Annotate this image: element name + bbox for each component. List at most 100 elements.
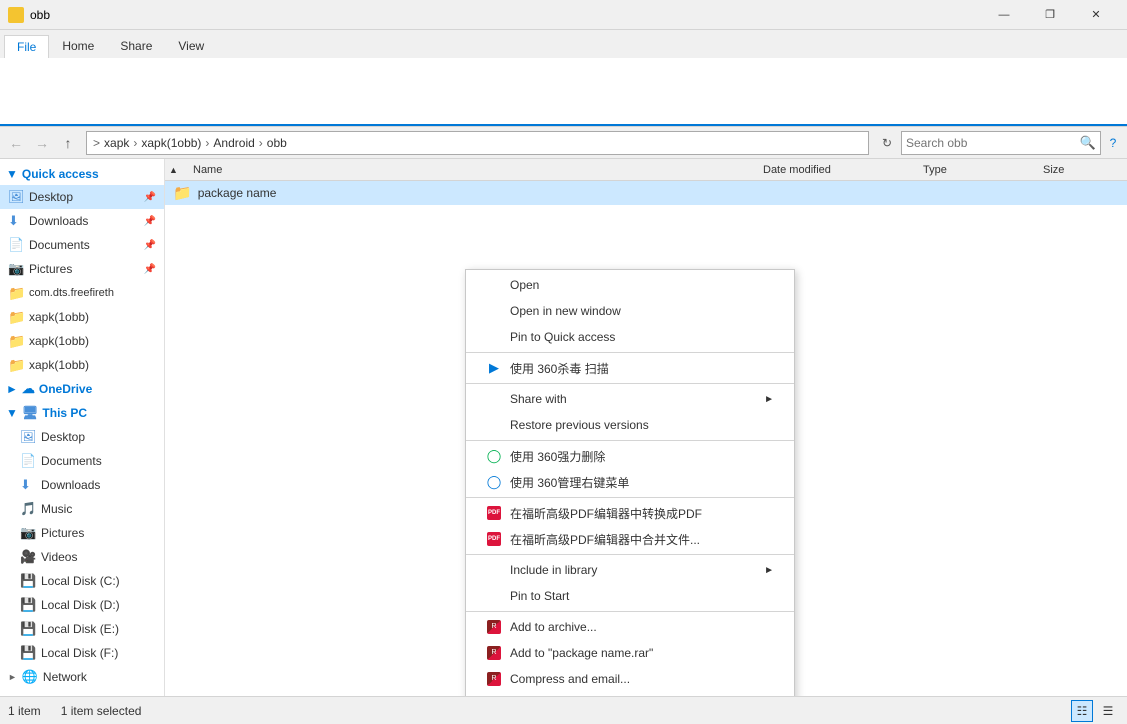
ctx-360-delete[interactable]: ◯ 使用 360强力删除 — [466, 443, 794, 469]
column-date[interactable]: Date modified — [763, 164, 923, 176]
ctx-open-icon — [486, 277, 502, 293]
ctx-share-icon — [486, 391, 502, 407]
sidebar-item-freefireth[interactable]: 📁 com.dts.freefireth — [0, 281, 164, 305]
sidebar-item-label-downloads: Downloads — [29, 214, 88, 228]
refresh-button[interactable]: ↻ — [875, 131, 899, 155]
ctx-360-manage-label: 使用 360管理右键菜单 — [510, 474, 629, 491]
disk-icon-e: 💾 — [20, 621, 36, 637]
sidebar-section-quick-access[interactable]: ▼ Quick access — [0, 163, 164, 185]
column-type[interactable]: Type — [923, 164, 1043, 176]
sidebar-item-desktop[interactable]: 🖼 Desktop 📌 — [0, 185, 164, 209]
sidebar-item-label-network: Network — [43, 670, 87, 684]
search-input[interactable] — [906, 136, 1080, 150]
search-bar[interactable]: 🔍 — [901, 131, 1101, 155]
ctx-restore-label: Restore previous versions — [510, 418, 649, 432]
pin-icon-documents: 📌 — [144, 240, 156, 251]
header-spacer: ▲ — [169, 164, 189, 176]
sidebar-item-local-d[interactable]: 💾 Local Disk (D:) — [0, 593, 164, 617]
ctx-pin-quick[interactable]: Pin to Quick access — [466, 324, 794, 350]
sidebar-item-desktop-pc[interactable]: 🖼 Desktop — [0, 425, 164, 449]
sidebar-item-label-xapk2: xapk(1obb) — [29, 334, 89, 348]
file-list-header: ▲ Name Date modified Type Size — [165, 159, 1127, 181]
sidebar-item-xapk1[interactable]: 📁 xapk(1obb) — [0, 305, 164, 329]
up-button[interactable]: ↑ — [56, 131, 80, 155]
ctx-add-rar[interactable]: R Add to "package name.rar" — [466, 640, 794, 666]
ctx-open[interactable]: Open — [466, 272, 794, 298]
sidebar-item-xapk2[interactable]: 📁 xapk(1obb) — [0, 329, 164, 353]
disk-icon-f: 💾 — [20, 645, 36, 661]
tab-share[interactable]: Share — [107, 34, 165, 58]
address-part-2[interactable]: Android — [211, 136, 256, 150]
tab-view[interactable]: View — [165, 34, 217, 58]
ctx-pdf-merge[interactable]: PDF 在福昕高级PDF编辑器中合并文件... — [466, 526, 794, 552]
status-bar: 1 item 1 item selected ☷ ☰ — [0, 696, 1127, 724]
address-part-0[interactable]: xapk — [102, 136, 131, 150]
sidebar-item-videos[interactable]: 🎥 Videos — [0, 545, 164, 569]
sidebar-item-documents[interactable]: 📄 Documents 📌 — [0, 233, 164, 257]
sidebar-item-music[interactable]: 🎵 Music — [0, 497, 164, 521]
file-item-name: package name — [198, 186, 741, 200]
sidebar-item-local-c[interactable]: 💾 Local Disk (C:) — [0, 569, 164, 593]
sidebar-section-label-onedrive: OneDrive — [39, 382, 92, 396]
ctx-360-scan[interactable]: ▶ 使用 360杀毒 扫描 — [466, 355, 794, 381]
sidebar-section-thispc[interactable]: ▼ 🖥 This PC — [0, 401, 164, 425]
ctx-360-manage[interactable]: ◯ 使用 360管理右键菜单 — [466, 469, 794, 495]
sidebar-item-label-videos: Videos — [41, 550, 77, 564]
desktop-icon: 🖼 — [8, 189, 24, 205]
disk-icon-d: 💾 — [20, 597, 36, 613]
ctx-open-new-icon — [486, 303, 502, 319]
view-details-button[interactable]: ☰ — [1097, 700, 1119, 722]
tab-home[interactable]: Home — [49, 34, 107, 58]
ctx-pin-start[interactable]: Pin to Start — [466, 583, 794, 609]
sidebar-item-downloads-pc[interactable]: ⬇ Downloads — [0, 473, 164, 497]
status-view-controls: ☷ ☰ — [1071, 700, 1119, 722]
ribbon: File Home Share View — [0, 30, 1127, 127]
address-part-3[interactable]: obb — [265, 136, 289, 150]
forward-button[interactable]: → — [30, 131, 54, 155]
sidebar-item-documents-pc[interactable]: 📄 Documents — [0, 449, 164, 473]
address-bar[interactable]: > xapk › xapk(1obb) › Android › obb — [86, 131, 869, 155]
ctx-sep-6 — [466, 611, 794, 612]
ctx-compress-rar-email[interactable]: R Compress to "package name.rar" and ema… — [466, 692, 794, 696]
view-large-icons-button[interactable]: ☷ — [1071, 700, 1093, 722]
ctx-open-new-window[interactable]: Open in new window — [466, 298, 794, 324]
toolbar: ← → ↑ > xapk › xapk(1obb) › Android › ob… — [0, 127, 1127, 159]
file-item-package-name[interactable]: 📁 package name — [165, 181, 1127, 205]
video-icon: 🎥 — [20, 549, 36, 565]
sidebar-item-xapk3[interactable]: 📁 xapk(1obb) — [0, 353, 164, 377]
ctx-add-archive[interactable]: R Add to archive... — [466, 614, 794, 640]
ctx-compress-email[interactable]: R Compress and email... — [466, 666, 794, 692]
folder-icon-package: 📁 — [173, 184, 192, 202]
back-button[interactable]: ← — [4, 131, 28, 155]
address-part-1[interactable]: xapk(1obb) — [139, 136, 203, 150]
ctx-restore-versions[interactable]: Restore previous versions — [466, 412, 794, 438]
sidebar-item-downloads[interactable]: ⬇ Downloads 📌 — [0, 209, 164, 233]
help-button[interactable]: ? — [1103, 136, 1123, 150]
ctx-pdf-merge-label: 在福昕高级PDF编辑器中合并文件... — [510, 531, 700, 548]
sidebar-section-onedrive[interactable]: ► ☁ OneDrive — [0, 377, 164, 401]
column-name[interactable]: Name — [189, 164, 763, 176]
column-size[interactable]: Size — [1043, 164, 1123, 176]
sidebar-item-local-e[interactable]: 💾 Local Disk (E:) — [0, 617, 164, 641]
sidebar-item-label-pictures-pc: Pictures — [41, 526, 84, 540]
title-bar: obb — ❐ ✕ — [0, 0, 1127, 30]
sidebar-item-network[interactable]: ► 🌐 Network — [0, 665, 164, 689]
restore-button[interactable]: ❐ — [1027, 0, 1073, 30]
sidebar-item-pictures-pc[interactable]: 📷 Pictures — [0, 521, 164, 545]
ctx-sep-3 — [466, 440, 794, 441]
sidebar-item-label-pictures: Pictures — [29, 262, 72, 276]
close-button[interactable]: ✕ — [1073, 0, 1119, 30]
ctx-pdf-convert[interactable]: PDF 在福昕高级PDF编辑器中转换成PDF — [466, 500, 794, 526]
minimize-button[interactable]: — — [981, 0, 1027, 30]
ctx-share-with[interactable]: Share with ► — [466, 386, 794, 412]
folder-icon-xapk3: 📁 — [8, 357, 24, 373]
status-selected: 1 item selected — [61, 704, 142, 718]
ctx-include-library[interactable]: Include in library ► — [466, 557, 794, 583]
chevron-right-icon-network: ► — [8, 672, 17, 682]
address-sep-1: › — [133, 136, 137, 150]
status-item-count: 1 item — [8, 704, 41, 718]
sidebar-item-pictures[interactable]: 📷 Pictures 📌 — [0, 257, 164, 281]
folder-icon-xapk2: 📁 — [8, 333, 24, 349]
sidebar-item-local-f[interactable]: 💾 Local Disk (F:) — [0, 641, 164, 665]
tab-file[interactable]: File — [4, 35, 49, 58]
